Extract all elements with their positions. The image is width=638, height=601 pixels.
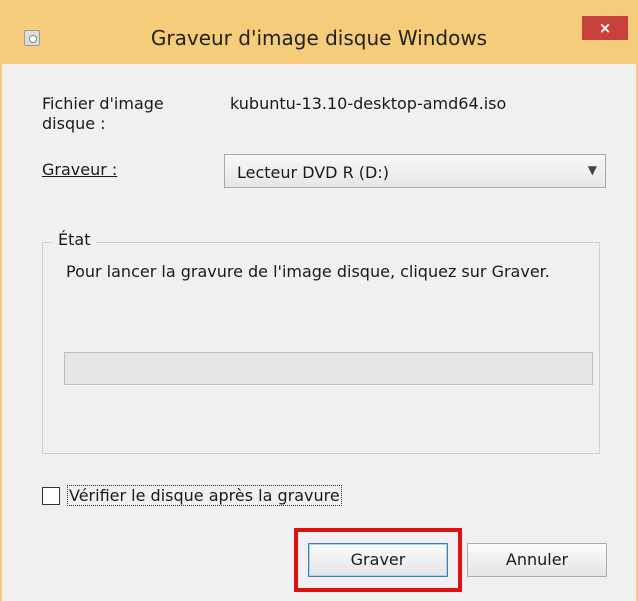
file-name: kubuntu-13.10-desktop-amd64.iso <box>230 94 507 113</box>
file-label-line2: disque : <box>42 114 106 133</box>
status-message: Pour lancer la gravure de l'image disque… <box>66 262 550 281</box>
progress-bar <box>64 352 593 385</box>
chevron-down-icon: ▼ <box>587 163 597 177</box>
status-group-title: État <box>52 230 97 250</box>
file-label: Fichier d'image disque : <box>42 94 164 134</box>
close-button[interactable]: × <box>582 16 628 40</box>
title-bar[interactable]: Graveur d'image disque Windows × <box>2 0 636 64</box>
burner-selected-value: Lecteur DVD R (D:) <box>237 163 389 182</box>
burner-label: Graveur : <box>42 160 118 179</box>
verify-checkbox[interactable] <box>42 487 60 505</box>
cancel-button[interactable]: Annuler <box>467 543 607 577</box>
verify-label[interactable]: Vérifier le disque après la gravure <box>67 485 342 506</box>
file-label-line1: Fichier d'image <box>42 94 164 113</box>
burner-select[interactable]: Lecteur DVD R (D:) ▼ <box>224 154 606 188</box>
burn-button[interactable]: Graver <box>308 543 448 577</box>
window-title: Graveur d'image disque Windows <box>150 26 488 50</box>
burner-dialog: Graveur d'image disque Windows × Fichier… <box>0 0 638 601</box>
